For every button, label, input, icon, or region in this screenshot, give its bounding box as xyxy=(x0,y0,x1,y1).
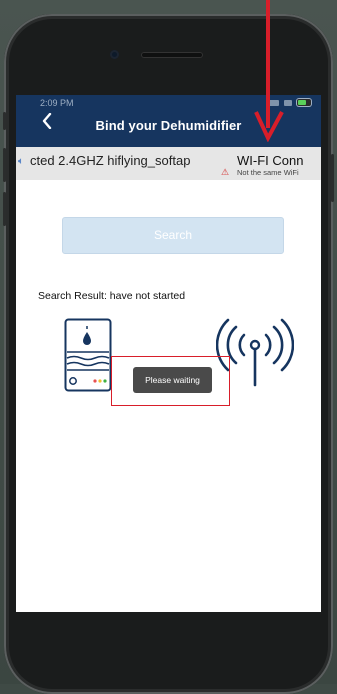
wifi-warning-text: Not the same WiFi xyxy=(237,168,299,177)
speaker-icon: 🔈︎ xyxy=(18,156,24,167)
wifi-info-bar: 🔈︎ cted 2.4GHZ hiflying_softap WI-FI Con… xyxy=(16,147,321,180)
mute-switch xyxy=(3,112,6,130)
power-button xyxy=(331,154,334,202)
volume-down-button xyxy=(3,192,6,226)
battery-icon xyxy=(297,99,311,106)
status-time: 2:09 PM xyxy=(40,98,74,108)
wifi-connection-label[interactable]: WI-FI Conn xyxy=(237,153,303,168)
annotation-highlight-box xyxy=(111,356,230,406)
search-button[interactable]: Search xyxy=(62,217,284,254)
app-screen: 2:09 PM Bind your Dehumidifier 🔈︎ cted 2… xyxy=(16,95,321,612)
connected-ssid-text: cted 2.4GHZ hiflying_softap xyxy=(30,153,191,168)
search-result-text: Search Result: have not started xyxy=(38,290,186,302)
warning-icon: ⚠ xyxy=(221,167,230,177)
earpiece-speaker xyxy=(141,52,203,58)
annotation-arrow-icon xyxy=(254,0,284,142)
front-camera xyxy=(110,50,119,59)
dehumidifier-icon xyxy=(64,318,112,392)
volume-up-button xyxy=(3,148,6,182)
home-bezel-area xyxy=(60,640,275,656)
